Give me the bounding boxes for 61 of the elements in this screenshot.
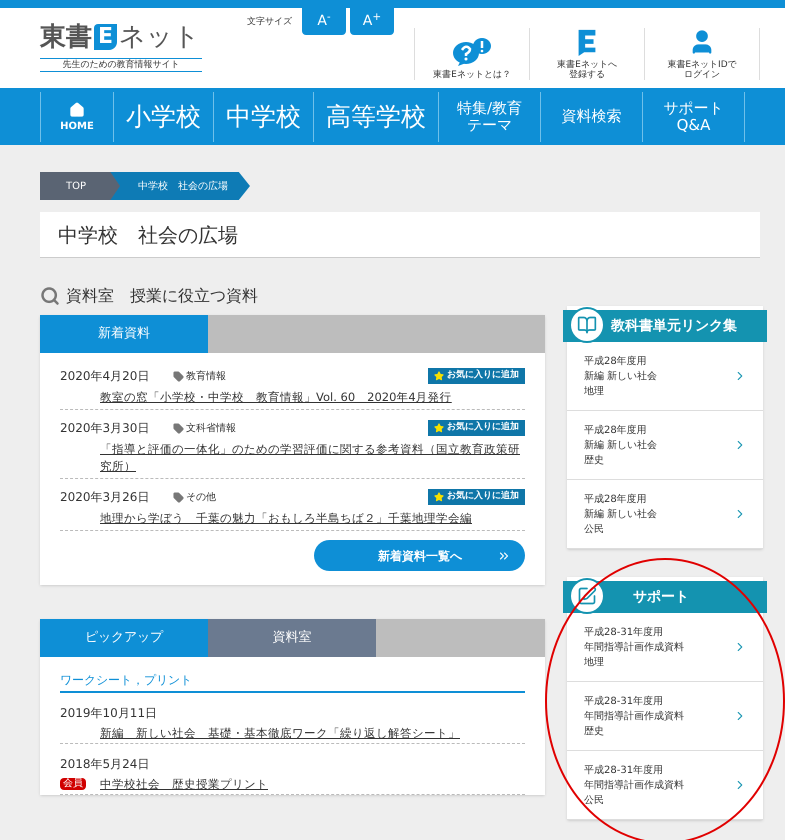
header-link[interactable]: 東書EネットIDで ログイン bbox=[644, 28, 760, 80]
add-favorite-button[interactable]: お気に入りに追加 bbox=[428, 368, 525, 384]
sidebar-link[interactable]: 平成28-31年度用 年間指導計画作成資料 歴史 bbox=[567, 682, 763, 751]
star-icon bbox=[434, 423, 444, 433]
more-button[interactable]: 新着資料一覧へ bbox=[314, 540, 525, 571]
breadcrumb-link[interactable]: TOP bbox=[40, 172, 120, 200]
item-tag: 教育情報 bbox=[186, 368, 226, 384]
tab[interactable]: 資料室 bbox=[208, 619, 376, 657]
sidebar-link[interactable]: 平成28-31年度用 年間指導計画作成資料 地理 bbox=[567, 613, 763, 682]
item-date: 2019年10月11日 bbox=[60, 705, 158, 721]
header-link[interactable]: 東書Eネットとは？ bbox=[414, 28, 530, 80]
nav-link[interactable]: 小学校 bbox=[114, 92, 214, 142]
item-tag: 文科省情報 bbox=[186, 420, 236, 436]
star-icon bbox=[434, 492, 444, 502]
item-title-link[interactable]: 教室の窓「小学校・中学校 教育情報」Vol. 60 2020年4月発行 bbox=[100, 389, 525, 406]
tagline: 先生のための教育情報サイト bbox=[40, 58, 202, 72]
nav-link[interactable]: サポート Q&A bbox=[643, 92, 745, 142]
logo-text: 東書 bbox=[40, 24, 92, 50]
tab[interactable]: 新着資料 bbox=[40, 315, 208, 353]
sidebar-link[interactable]: 平成28年度用 新編 新しい社会 歴史 bbox=[567, 411, 763, 480]
item-title-link[interactable]: 新編 新しい社会 基礎・基本徹底ワーク「繰り返し解答シート」 bbox=[100, 725, 460, 741]
add-favorite-button[interactable]: お気に入りに追加 bbox=[428, 489, 525, 505]
section-title: 教科書単元リンク集 bbox=[611, 316, 737, 336]
section-heading: 資料室 授業に役立つ資料 bbox=[66, 285, 258, 307]
font-size-label: 文字サイズ bbox=[247, 16, 292, 29]
font-size-button[interactable]: A$^{-}$ bbox=[302, 8, 346, 35]
logo-text: ネット bbox=[119, 24, 200, 50]
nav-link[interactable]: 特集/教育 テーマ bbox=[439, 92, 541, 142]
sidebar-link[interactable]: 平成28年度用 新編 新しい社会 公民 bbox=[567, 480, 763, 549]
tag-icon bbox=[173, 492, 184, 502]
add-favorite-button[interactable]: お気に入りに追加 bbox=[428, 420, 525, 436]
breadcrumb-link[interactable]: 中学校 社会の広場 bbox=[110, 172, 250, 200]
home-nav-link[interactable]: HOME bbox=[40, 92, 114, 142]
sidebar-link[interactable]: 平成28-31年度用 年間指導計画作成資料 公民 bbox=[567, 751, 763, 820]
section-title: サポート bbox=[633, 588, 689, 606]
page-title: 中学校 社会の広場 bbox=[40, 212, 760, 258]
item-date: 2018年5月24日 bbox=[60, 756, 150, 772]
members-badge: 会員 bbox=[60, 778, 86, 790]
item-date: 2020年3月30日 bbox=[60, 420, 150, 437]
tab[interactable]: ピックアップ bbox=[40, 619, 208, 657]
item-title-link[interactable]: 中学校社会 歴史授業プリント bbox=[100, 776, 268, 792]
nav-link[interactable]: 資料検索 bbox=[541, 92, 643, 142]
nav-link[interactable]: 中学校 bbox=[214, 92, 314, 142]
item-title-link[interactable]: 「指導と評価の一体化」のための学習評価に関する参考資料（国立教育政策研究所） bbox=[100, 441, 525, 475]
item-date: 2020年4月20日 bbox=[60, 368, 150, 385]
tag-icon bbox=[173, 422, 184, 434]
sidebar-link[interactable]: 平成28年度用 新編 新しい社会 地理 bbox=[567, 342, 763, 411]
question-bubbles-icon bbox=[450, 36, 494, 66]
logo-mark: E bbox=[94, 24, 118, 50]
star-icon bbox=[434, 371, 444, 381]
item-date: 2020年3月26日 bbox=[60, 489, 150, 506]
category-heading: ワークシート，プリント bbox=[60, 671, 525, 693]
font-size-button[interactable]: A$^{+}$ bbox=[350, 8, 394, 35]
tag-icon bbox=[173, 370, 184, 382]
home-icon bbox=[69, 102, 85, 118]
item-title-link[interactable]: 地理から学ぼう 千葉の魅力「おもしろ半島ちば２」千葉地理学会編 bbox=[100, 510, 525, 527]
nav-link[interactable]: 高等学校 bbox=[314, 92, 439, 142]
letter-e-icon bbox=[576, 28, 598, 56]
item-tag: その他 bbox=[186, 490, 216, 504]
search-icon bbox=[40, 286, 60, 306]
header-link[interactable]: 東書Eネットへ 登録する bbox=[529, 28, 645, 80]
